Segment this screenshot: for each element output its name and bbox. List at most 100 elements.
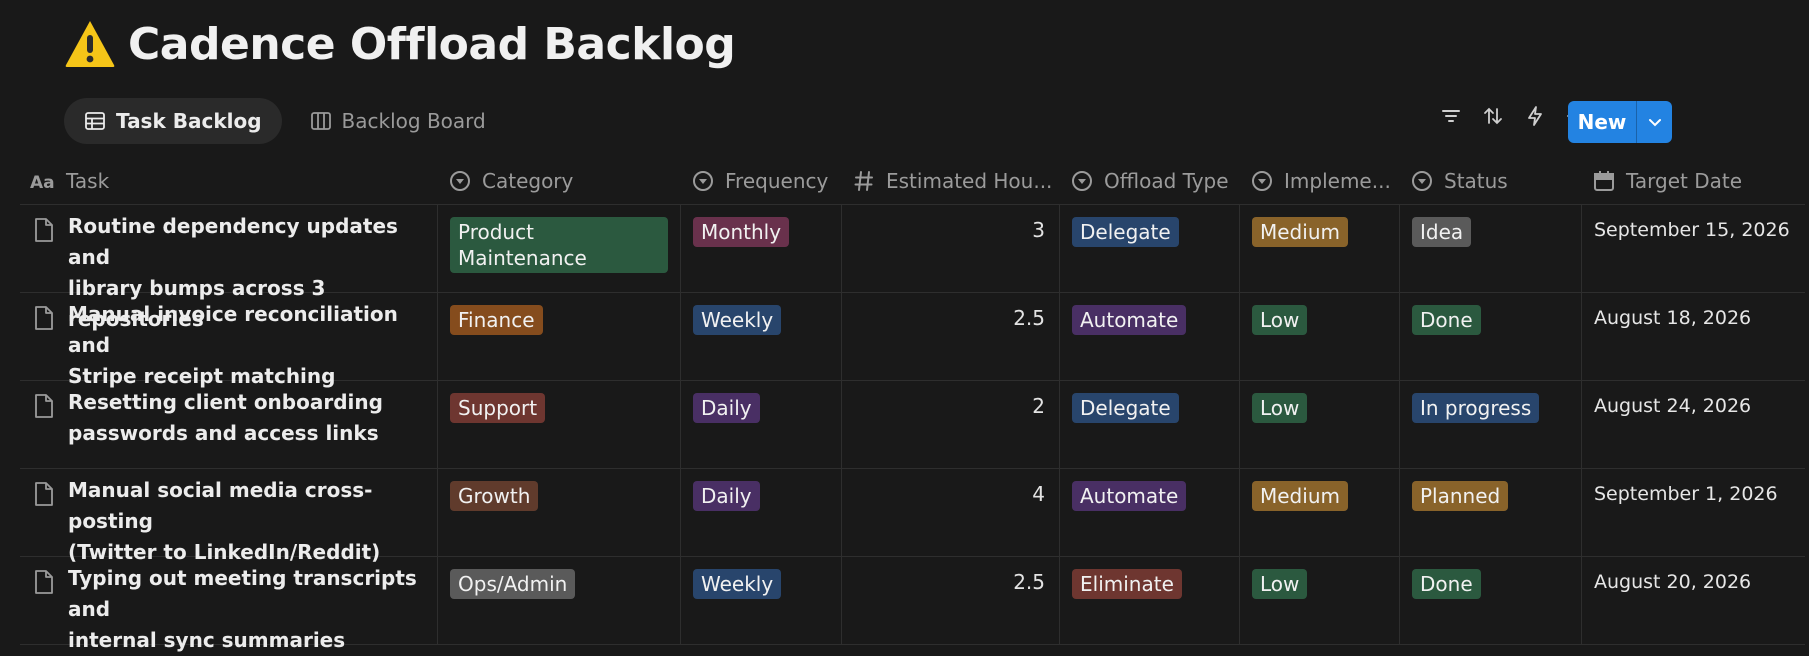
- status-tag: In progress: [1412, 393, 1540, 423]
- frequency-cell[interactable]: Weekly: [681, 293, 842, 380]
- hours-cell[interactable]: 2: [842, 381, 1060, 468]
- category-tag: Product Maintenance: [450, 217, 668, 273]
- status-cell[interactable]: Done: [1400, 557, 1582, 644]
- task-title-line: Manual social media cross-posting: [68, 478, 373, 533]
- new-button-group: New: [1568, 101, 1672, 143]
- target-date-cell[interactable]: September 1, 2026: [1582, 469, 1805, 556]
- task-title-line: passwords and access links: [68, 421, 379, 445]
- task-title[interactable]: Manual social media cross-posting (Twitt…: [68, 475, 425, 564]
- column-header-frequency[interactable]: Frequency: [681, 158, 842, 204]
- hours-cell[interactable]: 4: [842, 469, 1060, 556]
- task-title[interactable]: Routine dependency updates and library b…: [68, 211, 425, 331]
- frequency-cell[interactable]: Daily: [681, 469, 842, 556]
- implementation-cell[interactable]: Low: [1240, 557, 1400, 644]
- hours-cell[interactable]: 2.5: [842, 557, 1060, 644]
- page-icon: [32, 217, 56, 280]
- target-date-value: August 20, 2026: [1594, 571, 1752, 593]
- offload-type-cell[interactable]: Automate: [1060, 293, 1240, 380]
- task-title[interactable]: Resetting client onboarding passwords an…: [68, 387, 383, 456]
- task-title-line: Typing out meeting transcripts and: [68, 566, 417, 621]
- status-cell[interactable]: In progress: [1400, 381, 1582, 468]
- hours-cell[interactable]: 2.5: [842, 293, 1060, 380]
- view-tabs: Task Backlog Backlog Board: [64, 98, 506, 144]
- select-icon: [1252, 171, 1272, 191]
- target-date-cell[interactable]: August 24, 2026: [1582, 381, 1805, 468]
- offload-type-tag: Eliminate: [1072, 569, 1182, 599]
- table-row[interactable]: Manual social media cross-posting (Twitt…: [20, 469, 1805, 564]
- table-row[interactable]: Resetting client onboarding passwords an…: [20, 381, 1805, 469]
- table-row[interactable]: Manual invoice reconciliation and Stripe…: [20, 293, 1805, 388]
- column-header-task[interactable]: Aa Task: [20, 158, 438, 204]
- implementation-cell[interactable]: Low: [1240, 293, 1400, 380]
- implementation-cell[interactable]: Medium: [1240, 469, 1400, 556]
- task-title-line: Manual invoice reconciliation and: [68, 302, 398, 357]
- chevron-down-icon: [1648, 119, 1661, 127]
- task-cell[interactable]: Typing out meeting transcripts and inter…: [20, 557, 438, 652]
- status-cell[interactable]: Done: [1400, 293, 1582, 380]
- table-row[interactable]: Typing out meeting transcripts and inter…: [20, 557, 1805, 652]
- task-title[interactable]: Typing out meeting transcripts and inter…: [68, 563, 425, 652]
- text-type-icon: Aa: [30, 173, 54, 193]
- calendar-icon: [1594, 171, 1614, 191]
- column-header-estimated-hours[interactable]: Estimated Hou...: [842, 158, 1060, 204]
- new-button[interactable]: New: [1568, 101, 1637, 143]
- target-date-cell[interactable]: September 15, 2026: [1582, 205, 1805, 292]
- offload-type-cell[interactable]: Eliminate: [1060, 557, 1240, 644]
- page-icon: [32, 481, 56, 544]
- new-dropdown-button[interactable]: [1637, 101, 1672, 143]
- hours-value: 3: [1032, 218, 1045, 242]
- target-date-cell[interactable]: August 20, 2026: [1582, 557, 1805, 644]
- tab-task-backlog[interactable]: Task Backlog: [64, 98, 282, 144]
- column-header-offload-type[interactable]: Offload Type: [1060, 158, 1240, 204]
- implementation-tag: Medium: [1252, 217, 1348, 247]
- category-tag: Ops/Admin: [450, 569, 576, 599]
- page-header: Cadence Offload Backlog: [64, 18, 736, 70]
- task-cell[interactable]: Manual invoice reconciliation and Stripe…: [20, 293, 438, 388]
- frequency-tag: Weekly: [693, 569, 782, 599]
- status-cell[interactable]: Idea: [1400, 205, 1582, 292]
- frequency-tag: Monthly: [693, 217, 790, 247]
- category-cell[interactable]: Product Maintenance: [438, 205, 681, 292]
- category-tag: Finance: [450, 305, 543, 335]
- hours-cell[interactable]: 3: [842, 205, 1060, 292]
- task-title[interactable]: Manual invoice reconciliation and Stripe…: [68, 299, 425, 388]
- frequency-tag: Daily: [693, 393, 760, 423]
- implementation-cell[interactable]: Medium: [1240, 205, 1400, 292]
- select-icon: [693, 171, 713, 191]
- target-date-cell[interactable]: August 18, 2026: [1582, 293, 1805, 380]
- page-title: Cadence Offload Backlog: [128, 18, 736, 70]
- frequency-cell[interactable]: Weekly: [681, 557, 842, 644]
- frequency-cell[interactable]: Daily: [681, 381, 842, 468]
- table-row[interactable]: Routine dependency updates and library b…: [20, 205, 1805, 331]
- column-header-implementation[interactable]: Impleme...: [1240, 158, 1400, 204]
- automation-icon[interactable]: [1523, 104, 1547, 128]
- hours-value: 4: [1032, 482, 1045, 506]
- task-cell[interactable]: Manual social media cross-posting (Twitt…: [20, 469, 438, 564]
- select-icon: [1072, 171, 1092, 191]
- select-icon: [1412, 171, 1432, 191]
- column-header-category[interactable]: Category: [438, 158, 681, 204]
- offload-type-cell[interactable]: Delegate: [1060, 205, 1240, 292]
- target-date-value: August 24, 2026: [1594, 395, 1752, 417]
- column-label: Frequency: [725, 169, 829, 193]
- column-header-target-date[interactable]: Target Date: [1582, 158, 1805, 204]
- category-cell[interactable]: Growth: [438, 469, 681, 556]
- task-title-line: Routine dependency updates and: [68, 214, 398, 269]
- tab-backlog-board[interactable]: Backlog Board: [290, 98, 506, 144]
- category-cell[interactable]: Ops/Admin: [438, 557, 681, 644]
- category-cell[interactable]: Finance: [438, 293, 681, 380]
- sort-icon[interactable]: [1481, 104, 1505, 128]
- category-cell[interactable]: Support: [438, 381, 681, 468]
- frequency-cell[interactable]: Monthly: [681, 205, 842, 292]
- implementation-cell[interactable]: Low: [1240, 381, 1400, 468]
- task-cell[interactable]: Routine dependency updates and library b…: [20, 205, 438, 331]
- offload-type-cell[interactable]: Automate: [1060, 469, 1240, 556]
- status-cell[interactable]: Planned: [1400, 469, 1582, 556]
- target-date-value: September 15, 2026: [1594, 219, 1790, 241]
- table-header: Aa Task Category Frequency Estimated Hou…: [20, 158, 1805, 205]
- database-table: Aa Task Category Frequency Estimated Hou…: [20, 158, 1805, 652]
- task-cell[interactable]: Resetting client onboarding passwords an…: [20, 381, 438, 468]
- filter-icon[interactable]: [1439, 104, 1463, 128]
- column-header-status[interactable]: Status: [1400, 158, 1582, 204]
- offload-type-cell[interactable]: Delegate: [1060, 381, 1240, 468]
